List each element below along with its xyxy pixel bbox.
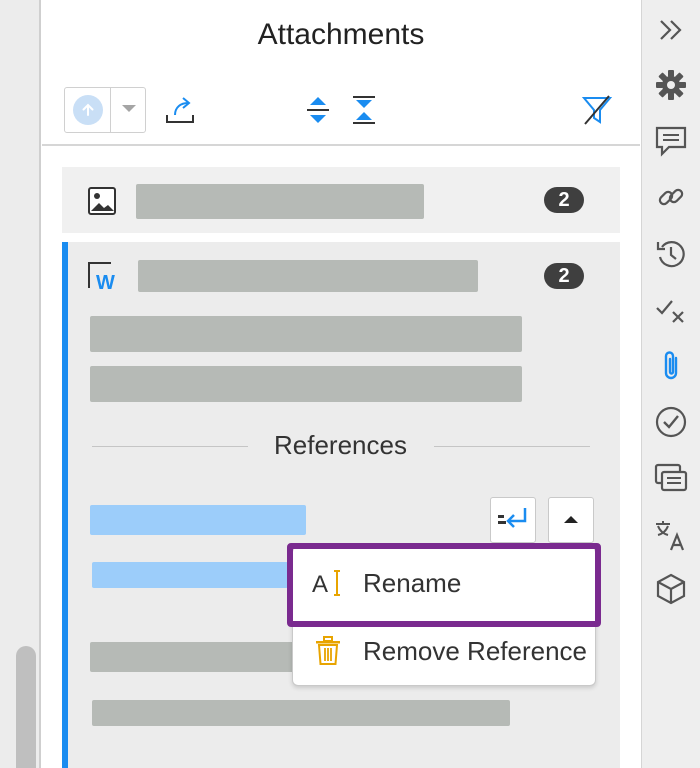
image-file-icon [88,187,116,220]
translate-icon[interactable] [652,516,690,554]
attachment-name-placeholder [138,260,478,292]
upload-button[interactable] [65,88,111,132]
attachment-name-placeholder [136,184,424,219]
menu-item-remove-reference[interactable]: Remove Reference [293,619,597,683]
insert-reference-button[interactable] [490,497,536,543]
collapse-panel-icon[interactable] [652,11,690,49]
right-tool-rail [641,0,700,768]
reference-link[interactable] [92,562,288,588]
reference-placeholder [90,642,294,672]
toolbar [42,80,640,146]
attachments-icon[interactable] [652,347,690,385]
attachment-row-image[interactable]: 2 [62,167,620,233]
upload-split-button[interactable] [64,87,146,133]
rename-highlight [287,543,601,627]
references-heading: References [274,430,407,460]
divider [434,446,590,447]
left-gutter [0,0,41,768]
divider [92,446,248,447]
filter-off-icon[interactable] [579,92,615,128]
trash-icon [293,636,363,666]
panel-title: Attachments [257,18,425,51]
detail-placeholder [90,316,522,352]
insert-reference-icon [497,507,529,534]
chevron-down-icon [121,101,137,119]
approve-icon[interactable] [652,403,690,441]
settings-icon[interactable] [652,66,690,104]
collapse-all-icon[interactable] [346,92,382,128]
expand-all-icon[interactable] [300,92,336,128]
reference-link[interactable] [90,505,306,535]
review-icon[interactable] [652,292,690,330]
comments-icon[interactable] [652,122,690,160]
reference-count-badge: 2 [544,187,584,213]
link-icon[interactable] [652,178,690,216]
attachment-row-word-expanded[interactable]: W 2 References [62,242,620,768]
collapse-menu-button[interactable] [548,497,594,543]
menu-item-label: Remove Reference [363,635,587,666]
caret-up-icon [563,511,579,529]
scrollbar-thumb[interactable] [16,646,36,768]
upload-arrow-icon [72,95,103,125]
reference-count-badge: 2 [544,263,584,289]
3d-model-icon[interactable] [652,570,690,608]
upload-dropdown-button[interactable] [112,88,146,132]
detail-placeholder [90,366,522,402]
export-icon[interactable] [162,92,198,128]
reference-placeholder [92,700,510,726]
history-icon[interactable] [652,235,690,273]
word-file-icon: W [88,262,118,297]
compare-icon[interactable] [652,459,690,497]
svg-text:W: W [96,272,115,292]
